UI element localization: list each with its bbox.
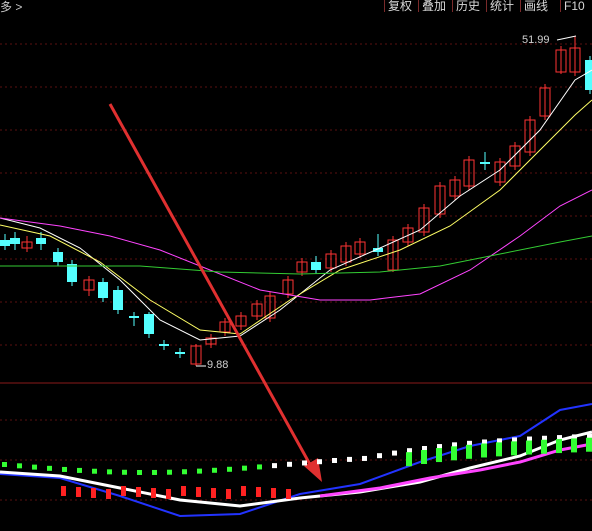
indicator-dot (77, 467, 82, 473)
indicator-dot (302, 460, 307, 466)
indicator-dot (137, 469, 142, 475)
indicator-dot (47, 465, 52, 471)
indicator-dot (17, 463, 22, 469)
indicator-dot (2, 462, 7, 467)
f10-button[interactable]: F10 (560, 0, 588, 12)
indicator-bar (91, 488, 96, 498)
indicator-dot (257, 464, 262, 470)
candle-body (0, 240, 10, 246)
draw-line-button[interactable]: 画线 (520, 0, 551, 12)
indicator-bar (121, 486, 126, 496)
indicator-dot (242, 465, 247, 471)
indicator-bar (136, 487, 141, 497)
ma-mid-line (0, 99, 592, 335)
indicator-dot (392, 450, 397, 456)
indicator-dot (227, 466, 232, 472)
indicator-bar (541, 439, 547, 454)
arrow-shaft (108, 103, 314, 469)
history-button[interactable]: 历史 (452, 0, 483, 12)
top-toolbar: 多 > 复权 叠加 历史 统计 画线 F10 (0, 0, 592, 15)
candle-body (159, 344, 169, 346)
indicator-dot (317, 459, 322, 465)
indicator-dot (152, 469, 157, 475)
indicator-bar (451, 446, 457, 461)
kline-chart-panel: 多 > 复权 叠加 历史 统计 画线 F10 51.99 9.88 (0, 0, 592, 526)
indicator-bar (511, 441, 517, 456)
indicator-dot (212, 467, 217, 473)
candle-body (113, 290, 123, 310)
indicator-bar (526, 440, 532, 455)
indicator-bar (571, 438, 577, 453)
candle-body (175, 352, 185, 354)
indicator-bar (481, 443, 487, 458)
indicator-bar (226, 489, 231, 499)
indicator-bar (196, 487, 201, 497)
candle-body (36, 238, 46, 244)
statistics-button[interactable]: 统计 (486, 0, 517, 12)
indicator-bar (211, 488, 216, 498)
indicator-dot (377, 453, 382, 459)
high-price-label: 51.99 (522, 34, 550, 46)
indicator-bar (181, 486, 186, 496)
indicator-dot (92, 468, 97, 474)
fuquan-button[interactable]: 复权 (384, 0, 415, 12)
kline-chart[interactable] (0, 0, 592, 526)
indicator-bar (421, 450, 427, 465)
indicator-bar (586, 437, 592, 452)
ma-short-line (0, 69, 592, 341)
candle-body (585, 60, 592, 90)
overlay-button[interactable]: 叠加 (418, 0, 449, 12)
indicator-dot (167, 469, 172, 475)
candle-body (129, 316, 139, 318)
low-price-label: 9.88 (207, 359, 229, 371)
candle-body (480, 162, 490, 164)
indicator-dot (62, 466, 67, 472)
candle-body (311, 262, 321, 270)
indicator-dot (182, 469, 187, 475)
indicator-bar (76, 487, 81, 497)
indicator-dot (272, 463, 277, 469)
indicator-bar (436, 448, 442, 463)
candle-body (144, 314, 154, 334)
indicator-bar (151, 488, 156, 498)
indicator-dot (362, 455, 367, 461)
indicator-bar (241, 486, 246, 496)
indicator-dot (347, 456, 352, 462)
candle-body (98, 282, 108, 298)
indicator-bar (271, 488, 276, 498)
indicator-bar (556, 439, 562, 454)
candle-body (53, 252, 63, 262)
indicator-dot (32, 464, 37, 470)
indicator-bar (496, 442, 502, 457)
indicator-dot (287, 461, 292, 467)
indicator-dot (332, 457, 337, 463)
period-switch[interactable]: 多 > (0, 0, 22, 15)
indicator-bar (466, 444, 472, 459)
indicator-bar (286, 489, 291, 499)
high-marker (556, 35, 577, 41)
indicator-bar (61, 486, 66, 496)
indicator-dot (107, 469, 112, 475)
indicator-bar (106, 489, 111, 499)
indicator-dot (197, 468, 202, 474)
indicator-bar (256, 487, 261, 497)
indicator-bar (406, 452, 412, 467)
candle-body (67, 264, 77, 282)
candle-body (10, 238, 20, 244)
indicator-dot (122, 469, 127, 475)
indicator-bar (166, 489, 171, 499)
